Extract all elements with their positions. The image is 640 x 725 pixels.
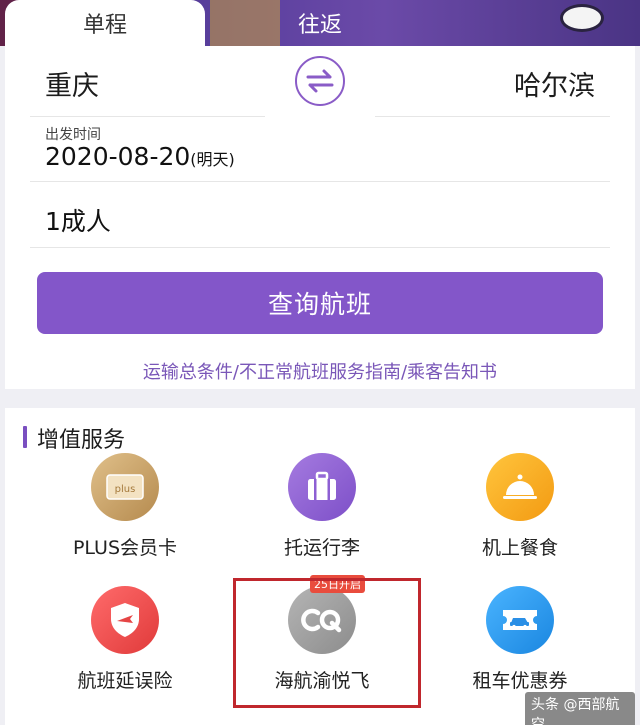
service-label: PLUS会员卡 bbox=[72, 537, 178, 559]
service-label: 航班延误险 bbox=[77, 670, 173, 692]
luggage-icon bbox=[288, 453, 356, 521]
search-flights-button[interactable]: 查询航班 bbox=[37, 272, 603, 334]
car-coupon-icon bbox=[486, 586, 554, 654]
swap-cities-button[interactable] bbox=[295, 56, 345, 106]
meal-cloche-icon bbox=[486, 453, 554, 521]
terms-link[interactable]: 运输总条件/不正常航班服务指南/乘客告知书 bbox=[5, 358, 635, 384]
service-plus-card[interactable]: plus PLUS会员卡 bbox=[45, 453, 205, 583]
tab-roundtrip[interactable]: 往返 bbox=[220, 0, 420, 46]
departure-date-label: 出发时间 bbox=[45, 127, 101, 143]
booking-card: 重庆 哈尔滨 出发时间 2020-08-20(明天) 1成人 查询航班 运输总条… bbox=[5, 46, 635, 389]
service-label: 机上餐食 bbox=[481, 537, 558, 559]
service-label: 托运行李 bbox=[283, 537, 360, 559]
service-label: 租车优惠券 bbox=[472, 670, 568, 692]
arrival-city[interactable]: 哈尔滨 bbox=[514, 64, 595, 103]
service-checked-baggage[interactable]: 托运行李 bbox=[242, 453, 402, 583]
divider bbox=[30, 116, 265, 117]
passenger-count-field[interactable]: 1成人 bbox=[45, 202, 111, 238]
tab-oneway[interactable]: 单程 bbox=[5, 0, 205, 46]
divider bbox=[30, 181, 610, 182]
date-relative-tag: (明天) bbox=[190, 150, 235, 169]
service-delay-insurance[interactable]: 航班延误险 bbox=[45, 586, 205, 716]
highlight-annotation bbox=[233, 578, 421, 708]
divider bbox=[30, 247, 610, 248]
section-title: 增值服务 bbox=[37, 428, 126, 453]
divider bbox=[375, 116, 610, 117]
departure-date-value: 2020-08-20 bbox=[45, 142, 191, 171]
departure-date-field[interactable]: 2020-08-20(明天) bbox=[45, 142, 235, 171]
watermark: 头条 @西部航空 bbox=[525, 692, 635, 725]
banner-decoration bbox=[560, 4, 604, 32]
service-inflight-meal[interactable]: 机上餐食 bbox=[440, 453, 600, 583]
departure-city[interactable]: 重庆 bbox=[45, 64, 99, 103]
value-added-services: 增值服务 plus PLUS会员卡 托运行李 机上餐食 航班延误险 25日开启 … bbox=[5, 408, 635, 725]
plus-card-icon: plus bbox=[91, 453, 159, 521]
swap-arrows-icon bbox=[306, 69, 334, 93]
shield-plane-icon bbox=[91, 586, 159, 654]
section-marker bbox=[23, 426, 27, 448]
svg-text:plus: plus bbox=[115, 484, 136, 495]
